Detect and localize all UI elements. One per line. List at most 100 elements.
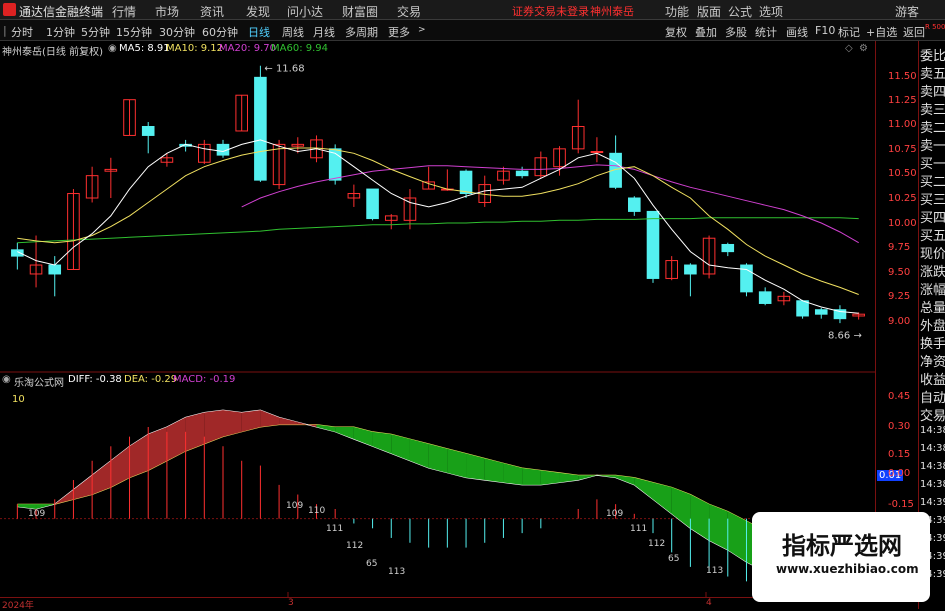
tool-biaoji[interactable]: 标记 xyxy=(838,24,860,40)
macd-count-label: 113 xyxy=(706,566,723,576)
login-notice[interactable]: 证券交易未登录 xyxy=(512,3,589,19)
guest-button[interactable]: 游客 xyxy=(895,3,919,20)
macd-band xyxy=(148,427,167,471)
macd-band xyxy=(615,475,635,485)
y-tick-label: 10.75 xyxy=(888,144,917,155)
period-15min[interactable]: 15分钟 xyxy=(116,24,152,40)
candle-body xyxy=(646,210,660,279)
panel-item[interactable]: 卖一 xyxy=(920,135,945,154)
macd-value-label: MACD: -0.19 xyxy=(173,374,236,385)
panel-item[interactable]: 换手 xyxy=(920,333,945,352)
menu-faxian[interactable]: 发现 xyxy=(246,3,270,20)
candle-body xyxy=(628,197,641,212)
menu-zixun[interactable]: 资讯 xyxy=(200,3,224,20)
panel-item[interactable]: 涨跌 xyxy=(920,261,945,280)
panel-item[interactable]: 交易 xyxy=(920,405,945,424)
toolbar-separator-icon: | xyxy=(3,24,7,37)
panel-item[interactable]: 自动 xyxy=(920,387,945,406)
date-label-april: 4 xyxy=(706,598,712,608)
macd-diff-label: DIFF: -0.38 xyxy=(68,374,122,385)
period-fenshi[interactable]: 分时 xyxy=(11,24,33,40)
menu-jiaoyi[interactable]: 交易 xyxy=(397,3,421,20)
panel-item[interactable]: 买二 xyxy=(920,171,945,190)
candle-body xyxy=(48,264,62,275)
candle-body xyxy=(515,170,529,177)
macd-band xyxy=(503,463,523,485)
panel-item[interactable]: 涨幅 xyxy=(920,279,945,298)
period-rixian[interactable]: 日线 xyxy=(248,24,270,40)
y-tick-label: 11.00 xyxy=(888,119,917,130)
macd-marker-10: 10 xyxy=(12,394,25,405)
menu-gongneng[interactable]: 功能 xyxy=(665,3,689,20)
macd-count-label: 65 xyxy=(668,554,679,564)
period-60min[interactable]: 60分钟 xyxy=(202,24,238,40)
panel-item[interactable]: 卖四 xyxy=(920,81,945,100)
macd-band xyxy=(110,446,130,488)
macd-settings-icon[interactable]: ◉ xyxy=(2,374,11,385)
panel-item[interactable]: 买四 xyxy=(920,207,945,226)
tool-back[interactable]: 返回 xyxy=(903,24,925,40)
kline-chart[interactable]: ← 11.688.66 →109109 110111112651131091111… xyxy=(0,41,875,597)
tool-add-favorite[interactable]: +自选 xyxy=(866,24,897,40)
period-1min[interactable]: 1分钟 xyxy=(46,24,75,40)
panel-item[interactable]: 外盘 xyxy=(920,315,945,334)
panel-item[interactable]: 净资 xyxy=(920,351,945,370)
menu-xuanxiang[interactable]: 选项 xyxy=(759,3,783,20)
macd-y-tick: 0.30 xyxy=(888,421,911,432)
panel-item[interactable]: 买三 xyxy=(920,189,945,208)
menu-caifuquan[interactable]: 财富圈 xyxy=(342,3,378,20)
y-tick-label: 9.75 xyxy=(888,242,911,253)
panel-item[interactable]: 现价 xyxy=(920,243,945,262)
tool-duogu[interactable]: 多股 xyxy=(725,24,747,40)
panel-item[interactable]: 总量 xyxy=(920,297,945,316)
y-tick-label: 11.50 xyxy=(888,71,917,82)
menu-hangqing[interactable]: 行情 xyxy=(112,3,136,20)
date-label-march: 3 xyxy=(288,598,294,608)
candle-body xyxy=(814,309,828,315)
period-5min[interactable]: 5分钟 xyxy=(81,24,110,40)
macd-count-label: 113 xyxy=(388,567,405,577)
candle-body xyxy=(684,264,697,275)
tool-fuquan[interactable]: 复权 xyxy=(665,24,687,40)
tool-f10[interactable]: F10 xyxy=(815,24,835,37)
macd-band xyxy=(653,482,672,514)
menu-banmian[interactable]: 版面 xyxy=(697,3,721,20)
tool-huaxian[interactable]: 画线 xyxy=(786,24,808,40)
period-zhouxian[interactable]: 周线 xyxy=(282,24,304,40)
menu-wenxiaoda[interactable]: 问小达 xyxy=(287,3,323,20)
period-duozhouqi[interactable]: 多周期 xyxy=(345,24,378,40)
panel-time: 14:38 xyxy=(920,443,945,454)
y-tick-label: 10.25 xyxy=(888,193,917,204)
panel-item[interactable]: 收益 xyxy=(920,369,945,388)
menu-gongshi[interactable]: 公式 xyxy=(728,3,752,20)
macd-title: 乐淘公式网 xyxy=(14,378,64,389)
watermark-url: www.xuezhibiao.com xyxy=(776,562,919,576)
candle-body xyxy=(141,126,155,136)
panel-item[interactable]: 买五 xyxy=(920,225,945,244)
low-price-label: 8.66 → xyxy=(828,331,862,342)
macd-count-label: 111 xyxy=(326,524,343,534)
stock-name-title: 神州泰岳 xyxy=(590,5,634,18)
macd-y-tick: 0.45 xyxy=(888,391,911,402)
period-more[interactable]: 更多 xyxy=(388,24,410,40)
candle-body xyxy=(254,76,267,181)
macd-band xyxy=(447,448,467,478)
candle-body xyxy=(590,151,604,154)
menu-shichang[interactable]: 市场 xyxy=(155,3,179,20)
period-yuexian[interactable]: 月线 xyxy=(313,24,335,40)
panel-item[interactable]: 卖二 xyxy=(920,117,945,136)
panel-item[interactable]: 委比 xyxy=(920,45,945,64)
panel-item[interactable]: 买一 xyxy=(920,153,945,172)
chevron-right-icon[interactable]: > xyxy=(418,25,426,35)
date-label-2024: 2024年 xyxy=(2,601,34,611)
period-30min[interactable]: 30分钟 xyxy=(159,24,195,40)
y-tick-label: 9.50 xyxy=(888,267,911,278)
macd-band xyxy=(690,494,710,541)
panel-item[interactable]: 卖三 xyxy=(920,99,945,118)
tool-diejia[interactable]: 叠加 xyxy=(695,24,717,40)
panel-item[interactable]: 卖五 xyxy=(920,63,945,82)
macd-band xyxy=(727,511,747,563)
macd-count-label: 112 xyxy=(648,539,665,549)
tool-tongji[interactable]: 统计 xyxy=(755,24,777,40)
macd-infobar: ◉ 乐淘公式网 DIFF: -0.38 DEA: -0.29 MACD: -0.… xyxy=(0,374,875,405)
